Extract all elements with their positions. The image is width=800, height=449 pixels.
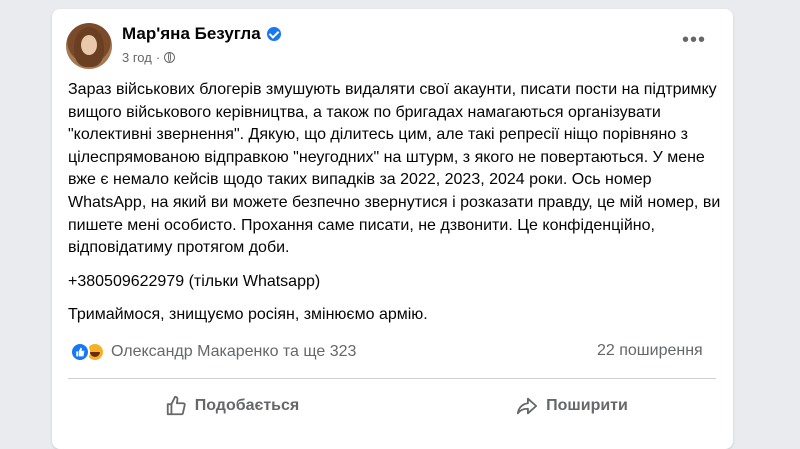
share-arrow-icon bbox=[517, 397, 538, 415]
divider bbox=[68, 378, 716, 379]
post-body: Зараз військових блогерів змушують видал… bbox=[68, 79, 723, 338]
like-button[interactable]: Подобається bbox=[132, 389, 332, 423]
like-reaction-icon bbox=[70, 342, 90, 362]
meta-separator: · bbox=[155, 50, 161, 65]
like-label: Подобається bbox=[194, 397, 300, 414]
post-paragraph: Зараз військових блогерів змушують видал… bbox=[68, 81, 721, 257]
post-paragraph: Тримаймося, знищуємо росіян, змінюємо ар… bbox=[68, 306, 428, 324]
post-time[interactable]: 3 год bbox=[122, 50, 152, 65]
author-name[interactable]: Мар'яна Безугла bbox=[122, 24, 261, 44]
reactions-summary[interactable]: Олександр Макаренко та ще 323 bbox=[70, 342, 356, 362]
share-label: Поширити bbox=[546, 397, 628, 414]
share-button[interactable]: Поширити bbox=[472, 389, 672, 423]
verified-badge-icon bbox=[266, 27, 281, 41]
author-name-row: Мар'яна Безугла bbox=[122, 24, 281, 44]
more-options-icon[interactable]: ••• bbox=[682, 30, 706, 50]
post-meta: 3 год · bbox=[122, 50, 176, 65]
thumbs-up-icon bbox=[166, 395, 186, 416]
post-card: Мар'яна Безугла 3 год · ••• Зараз військ… bbox=[52, 9, 733, 449]
author-avatar[interactable] bbox=[66, 23, 112, 69]
public-globe-icon bbox=[164, 52, 176, 63]
post-paragraph: +380509622979 (тільки Whatsapp) bbox=[68, 272, 321, 290]
reactions-text[interactable]: Олександр Макаренко та ще 323 bbox=[111, 343, 356, 361]
shares-count[interactable]: 22 поширення bbox=[597, 342, 703, 360]
